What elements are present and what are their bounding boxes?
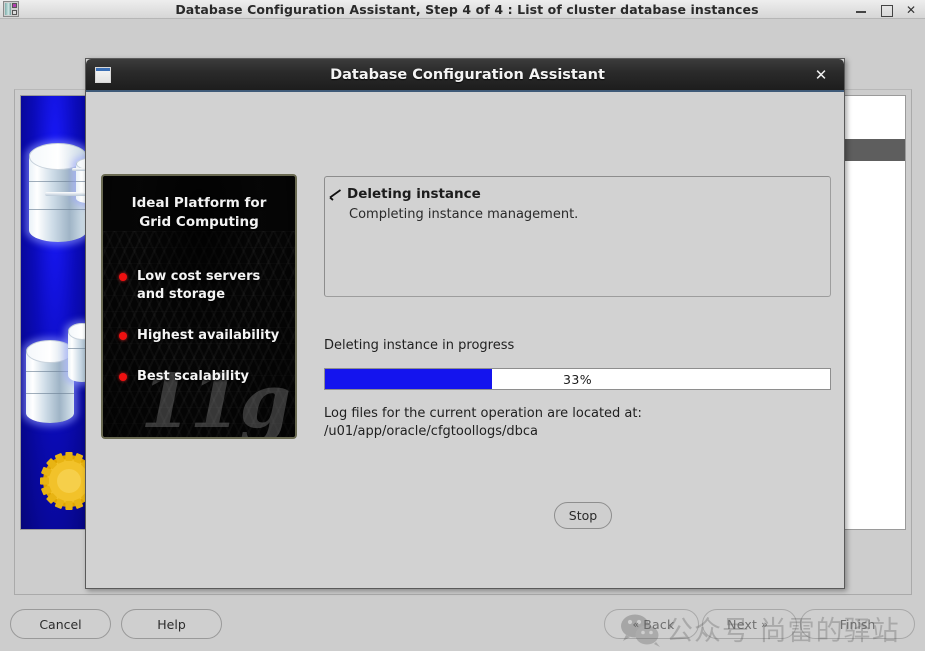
- promo-headline: Ideal Platform for Grid Computing: [103, 194, 295, 232]
- bullet-dot-icon: [119, 372, 127, 381]
- promo-bullet-item: Highest availability: [119, 327, 289, 345]
- bullet-dot-icon: [119, 273, 127, 281]
- icon-part-square-magenta: [12, 3, 17, 8]
- back-button-label: Back: [643, 616, 675, 632]
- promo-headline-line1: Ideal Platform for: [131, 195, 267, 211]
- database-cylinder-icon: [26, 340, 74, 423]
- progress-label: Deleting instance in progress: [324, 338, 515, 353]
- chevron-left-icon: «: [632, 617, 640, 631]
- dialog-title: Database Configuration Assistant: [330, 66, 605, 83]
- maximize-icon[interactable]: [880, 4, 893, 17]
- window-titlebar: Database Configuration Assistant, Step 4…: [0, 0, 925, 19]
- finish-button[interactable]: Finish: [800, 609, 915, 639]
- connector-line: [45, 192, 89, 196]
- promo-bullet-label: Highest availability: [137, 327, 280, 343]
- help-button[interactable]: Help: [121, 609, 222, 639]
- dialog-body: 11g Ideal Platform for Grid Computing Lo…: [86, 92, 844, 588]
- progress-percent-text: 33%: [563, 371, 592, 387]
- chevron-right-icon: »: [761, 617, 768, 631]
- window-controls: ✕: [855, 0, 917, 19]
- gear-icon: [39, 451, 89, 511]
- wizard-button-bar: Cancel Help « Back Next » Finish: [0, 599, 925, 651]
- database-app-icon: [3, 1, 19, 17]
- next-button[interactable]: Next »: [702, 609, 797, 639]
- checkmark-icon: [329, 186, 342, 201]
- cancel-button[interactable]: Cancel: [10, 609, 111, 639]
- close-icon[interactable]: ✕: [905, 4, 917, 16]
- log-location-line1: Log files for the current operation are …: [324, 406, 642, 421]
- log-location-line2: /u01/app/oracle/cfgtoollogs/dbca: [324, 423, 538, 439]
- promo-headline-line2: Grid Computing: [139, 214, 259, 231]
- screen: Database Configuration Assistant, Step 4…: [0, 0, 925, 651]
- status-box: Deleting instance Completing instance ma…: [324, 176, 831, 297]
- promo-bullet-item: Low cost servers and storage: [119, 268, 289, 304]
- minimize-icon[interactable]: [855, 4, 867, 16]
- oracle-side-graphic: [20, 95, 90, 530]
- progress-bar: 33%: [324, 368, 831, 390]
- promo-bullet-item: Best scalability: [119, 368, 289, 386]
- window-title: Database Configuration Assistant, Step 4…: [175, 1, 759, 17]
- status-row: Deleting instance: [329, 183, 824, 202]
- bullet-dot-icon: [119, 331, 127, 340]
- promo-bullet-label: Best scalability: [137, 368, 250, 384]
- back-button[interactable]: « Back: [604, 609, 699, 639]
- promo-bullet-label: Low cost servers and storage: [137, 269, 261, 302]
- dialog-titlebar: Database Configuration Assistant ✕: [86, 59, 844, 92]
- icon-part-square-gray: [12, 10, 17, 15]
- next-button-label: Next: [727, 616, 758, 632]
- status-title: Deleting instance: [347, 186, 481, 202]
- promo-bullet-list: Low cost servers and storage Highest avai…: [119, 268, 289, 409]
- promo-banner: 11g Ideal Platform for Grid Computing Lo…: [101, 174, 297, 439]
- stop-button[interactable]: Stop: [554, 502, 612, 529]
- dialog-close-icon[interactable]: ✕: [812, 66, 830, 84]
- icon-part-cylinder: [5, 3, 11, 15]
- log-location-text: Log files for the current operation are …: [324, 405, 642, 441]
- status-subtitle: Completing instance management.: [349, 207, 579, 222]
- progress-dialog: Database Configuration Assistant ✕ 11g I…: [85, 58, 845, 589]
